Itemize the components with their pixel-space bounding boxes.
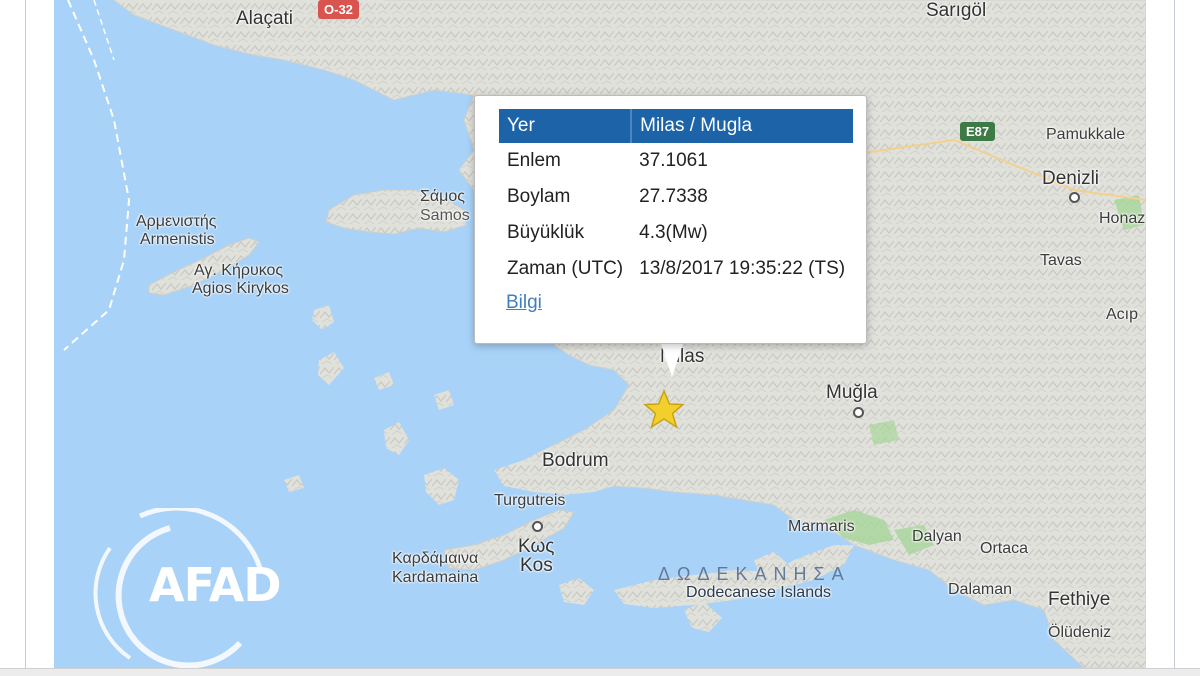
label-samos-greek: Σάμος [420, 188, 465, 205]
leros-island [384, 422, 409, 455]
frame-left-border [25, 0, 26, 675]
row-key-latitude: Enlem [507, 150, 561, 171]
table-row: Enlem 37.1061 [499, 143, 853, 179]
earthquake-info-popup: × Yer Milas / Mugla Enlem 37.1061 Boylam… [474, 95, 867, 344]
frame-right-border [1174, 0, 1175, 675]
label-tavas: Tavas [1040, 252, 1082, 269]
label-kos: Kos [520, 555, 553, 576]
label-dalaman: Dalaman [948, 581, 1013, 598]
road-badge-o32: O-32 [318, 0, 359, 19]
nisyros-island [559, 578, 594, 605]
label-pamukkale: Pamukkale [1046, 126, 1126, 143]
table-row: Büyüklük 4.3(Mw) [499, 215, 853, 251]
table-row: Zaman (UTC) 13/8/2017 19:35:22 (TS) [499, 251, 853, 287]
label-bodrum: Bodrum [542, 450, 609, 471]
label-marmaris: Marmaris [788, 518, 855, 535]
label-armenistis-greek: Αρμενιστής [136, 213, 217, 230]
label-dalyan: Dalyan [912, 528, 962, 545]
label-turgutreis: Turgutreis [494, 492, 566, 509]
label-samos: Samos [420, 207, 470, 224]
label-acip: Acıp [1106, 306, 1139, 323]
label-kardamaina: Kardamaina [392, 569, 479, 586]
kalymnos-island [424, 468, 459, 505]
island-small-1 [318, 352, 344, 385]
island-small-2 [374, 372, 394, 390]
city-dot-denizli [1069, 192, 1080, 203]
info-link[interactable]: Bilgi [506, 292, 542, 314]
table-header-row: Yer Milas / Mugla [499, 109, 854, 143]
row-value-time: 13/8/2017 19:35:22 (TS) [639, 258, 846, 279]
popup-pointer [660, 341, 684, 377]
label-oludeniz: Ölüdeniz [1048, 624, 1112, 641]
header-value: Milas / Mugla [631, 109, 854, 143]
city-dot-mugla [853, 407, 864, 418]
row-key-magnitude: Büyüklük [507, 222, 585, 243]
afad-logo-text: AFAD [149, 558, 282, 612]
label-kos-greek: Κως [518, 536, 555, 557]
label-ortaca: Ortaca [980, 540, 1029, 557]
label-agios-kirykos: Agios Kirykos [192, 280, 289, 297]
row-value-latitude: 37.1061 [639, 150, 708, 171]
label-honaz: Honaz [1099, 210, 1146, 227]
label-armenistis: Armenistis [140, 231, 215, 248]
label-sarigol: Sarıgöl [926, 0, 987, 21]
label-agios-kirykos-greek: Αγ. Κήρυκος [194, 262, 284, 279]
patmos-island [312, 305, 334, 330]
label-denizli: Denizli [1042, 168, 1100, 189]
header-key: Yer [499, 109, 633, 143]
row-key-longitude: Boylam [507, 186, 571, 207]
table-row: Boylam 27.7338 [499, 179, 853, 215]
island-small-3 [434, 390, 454, 410]
label-fethiye: Fethiye [1048, 589, 1111, 610]
row-key-time: Zaman (UTC) [507, 258, 624, 279]
row-value-longitude: 27.7338 [639, 186, 708, 207]
row-value-magnitude: 4.3(Mw) [639, 222, 708, 243]
road-badge-e87: E87 [960, 122, 996, 141]
label-dodecanese-greek: ΔΩΔΕΚΑΝΗΣΑ [658, 564, 851, 584]
label-mugla: Muğla [826, 382, 878, 403]
city-dot-kos [532, 521, 543, 532]
island-small-4 [284, 475, 304, 492]
maritime-boundary-2 [93, 0, 115, 61]
label-kardamaina-greek: Καρδάμαινα [392, 550, 479, 567]
earthquake-details-table: Yer Milas / Mugla Enlem 37.1061 Boylam 2… [499, 109, 854, 287]
label-dodecanese: Dodecanese Islands [686, 584, 831, 601]
maritime-boundary [63, 0, 131, 351]
tilos-island [684, 602, 722, 632]
epicenter-star-icon[interactable] [642, 388, 686, 432]
label-alacati: Alaçati [236, 8, 294, 29]
